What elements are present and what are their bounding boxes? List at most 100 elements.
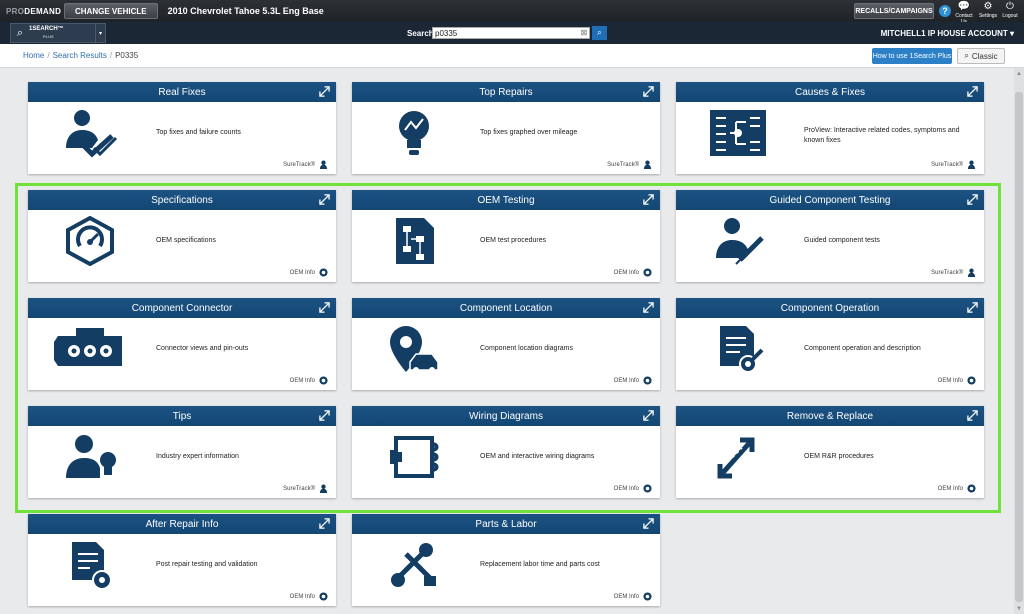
help-icon[interactable]: ? bbox=[939, 5, 951, 17]
chevron-down-icon[interactable]: ▾ bbox=[95, 24, 105, 42]
expand-icon[interactable] bbox=[643, 86, 654, 97]
scroll-up-icon[interactable]: ▲ bbox=[1014, 69, 1024, 79]
contact-us-button[interactable]: 💬 Contact Us bbox=[952, 1, 976, 25]
person-lightbulb-icon bbox=[66, 435, 116, 478]
card-top-repairs[interactable]: Top Repairs Top fixes graphed over milea… bbox=[352, 82, 660, 174]
expand-icon[interactable] bbox=[319, 86, 330, 97]
search-label: Search bbox=[407, 29, 434, 38]
oem-info-icon bbox=[967, 484, 976, 493]
card-title: Component Location bbox=[459, 302, 553, 314]
expand-icon[interactable] bbox=[643, 194, 654, 205]
search-bar: ⌕ 1SEARCH™PLUS ▾ Search ⊠ ⌕ MITCHELL1 IP… bbox=[0, 22, 1024, 44]
card-wiring-diagrams[interactable]: Wiring Diagrams OEM and interactive wiri… bbox=[352, 406, 660, 498]
card-source: OEM Info bbox=[290, 376, 328, 385]
card-parts-labor[interactable]: Parts & Labor Replacement labor time and… bbox=[352, 514, 660, 606]
card-title: Component Connector bbox=[131, 302, 233, 314]
card-source: OEM Info bbox=[614, 268, 652, 277]
card-source: OEM Info bbox=[614, 376, 652, 385]
gauge-nut-icon bbox=[66, 216, 114, 266]
person-probe-icon bbox=[716, 218, 764, 265]
card-source: OEM Info bbox=[614, 484, 652, 493]
flowchart-document-icon bbox=[396, 218, 434, 264]
breadcrumb-search-results[interactable]: Search Results bbox=[53, 51, 107, 60]
breadcrumb: Home / Search Results / P0335 bbox=[23, 51, 139, 60]
search-input[interactable] bbox=[432, 27, 590, 39]
classic-button[interactable]: ⌕ Classic bbox=[957, 48, 1005, 64]
card-component-connector[interactable]: Component Connector Connector views and … bbox=[28, 298, 336, 390]
card-source: SureTrack® bbox=[607, 160, 652, 169]
oem-info-icon bbox=[967, 376, 976, 385]
card-real-fixes[interactable]: Real Fixes Top fixes and failure counts … bbox=[28, 82, 336, 174]
card-source: SureTrack® bbox=[283, 484, 328, 493]
clear-icon[interactable]: ⊠ bbox=[579, 28, 589, 38]
expand-icon[interactable] bbox=[319, 518, 330, 529]
connector-icon bbox=[54, 328, 122, 366]
search-button[interactable]: ⌕ bbox=[592, 26, 607, 40]
expand-icon[interactable] bbox=[967, 86, 978, 97]
card-description: OEM and interactive wiring diagrams bbox=[480, 453, 595, 460]
expand-icon[interactable] bbox=[319, 194, 330, 205]
scroll-down-icon[interactable]: ▼ bbox=[1014, 604, 1024, 614]
change-vehicle-button[interactable]: CHANGE VEHICLE bbox=[64, 3, 158, 19]
card-title: Guided Component Testing bbox=[769, 194, 891, 206]
card-title: Remove & Replace bbox=[786, 410, 874, 422]
remove-replace-arrows-icon bbox=[717, 437, 755, 479]
expand-icon[interactable] bbox=[319, 410, 330, 421]
card-guided-component-testing[interactable]: Guided Component Testing Guided componen… bbox=[676, 190, 984, 282]
card-component-location[interactable]: Component Location Component location di… bbox=[352, 298, 660, 390]
search-icon: ⌕ bbox=[597, 28, 602, 37]
expand-icon[interactable] bbox=[643, 518, 654, 529]
card-source: OEM Info bbox=[938, 376, 976, 385]
oem-info-icon bbox=[643, 268, 652, 277]
card-description: OEM R&R procedures bbox=[804, 453, 874, 460]
expand-icon[interactable] bbox=[319, 302, 330, 313]
card-causes-fixes[interactable]: Causes & Fixes ProView: Interactive rela… bbox=[676, 82, 984, 174]
expand-icon[interactable] bbox=[643, 302, 654, 313]
card-source: OEM Info bbox=[290, 268, 328, 277]
card-after-repair-info[interactable]: After Repair Info Post repair testing an… bbox=[28, 514, 336, 606]
card-description: Replacement labor time and parts cost bbox=[480, 561, 600, 568]
person-check-icon bbox=[66, 110, 118, 158]
card-description: Industry expert information bbox=[156, 453, 239, 460]
card-description: Component operation and description bbox=[804, 345, 921, 352]
onesearch-plus-selector[interactable]: ⌕ 1SEARCH™ PLUS ▾ bbox=[10, 23, 106, 43]
logout-button[interactable]: ⏻ Logout bbox=[998, 1, 1022, 21]
card-title: Parts & Labor bbox=[475, 518, 537, 530]
scrollbar-thumb[interactable] bbox=[1015, 92, 1023, 602]
expand-icon[interactable] bbox=[967, 194, 978, 205]
expand-icon[interactable] bbox=[967, 302, 978, 313]
suretrack-icon bbox=[319, 484, 328, 493]
gear-icon: ⚙ bbox=[983, 1, 993, 12]
magnifier-icon: ⌕ bbox=[16, 26, 24, 39]
card-remove-replace[interactable]: Remove & Replace OEM R&R procedures OEM … bbox=[676, 406, 984, 498]
card-component-operation[interactable]: Component Operation Component operation … bbox=[676, 298, 984, 390]
card-title: After Repair Info bbox=[145, 518, 219, 530]
card-title: Real Fixes bbox=[158, 86, 206, 98]
suretrack-icon bbox=[643, 160, 652, 169]
location-pin-car-icon bbox=[390, 326, 439, 373]
card-source: SureTrack® bbox=[931, 160, 976, 169]
card-source: OEM Info bbox=[938, 484, 976, 493]
card-description: OEM test procedures bbox=[480, 237, 547, 244]
expand-icon[interactable] bbox=[967, 410, 978, 421]
oem-info-icon bbox=[643, 484, 652, 493]
expand-icon[interactable] bbox=[643, 410, 654, 421]
lightbulb-graph-icon bbox=[399, 111, 429, 155]
card-title: OEM Testing bbox=[477, 194, 535, 206]
card-tips[interactable]: Tips Industry expert information SureTra… bbox=[28, 406, 336, 498]
recalls-campaigns-button[interactable]: RECALLS/CAMPAIGNS bbox=[854, 3, 934, 19]
breadcrumb-bar: Home / Search Results / P0335 How to use 1Se… bbox=[0, 44, 1024, 68]
card-oem-testing[interactable]: OEM Testing OEM test procedures OEM Info bbox=[352, 190, 660, 282]
card-specifications[interactable]: Specifications OEM specifications OEM In… bbox=[28, 190, 336, 282]
breadcrumb-home[interactable]: Home bbox=[23, 51, 44, 60]
document-gear-icon bbox=[720, 326, 764, 373]
card-title: Wiring Diagrams bbox=[469, 410, 543, 422]
how-to-use-button[interactable]: How to use 1Search Plus bbox=[872, 48, 952, 64]
card-description: ProView: Interactive related codes, symp… bbox=[804, 127, 960, 144]
settings-button[interactable]: ⚙ Settings bbox=[976, 1, 1000, 21]
suretrack-icon bbox=[967, 160, 976, 169]
prodemand-logo[interactable]: PRODEMAND bbox=[0, 7, 62, 16]
card-description: Top fixes and failure counts bbox=[156, 129, 241, 136]
account-menu[interactable]: MITCHELL1 IP HOUSE ACCOUNT ▾ bbox=[881, 29, 1014, 38]
card-description: Connector views and pin-outs bbox=[156, 345, 249, 352]
